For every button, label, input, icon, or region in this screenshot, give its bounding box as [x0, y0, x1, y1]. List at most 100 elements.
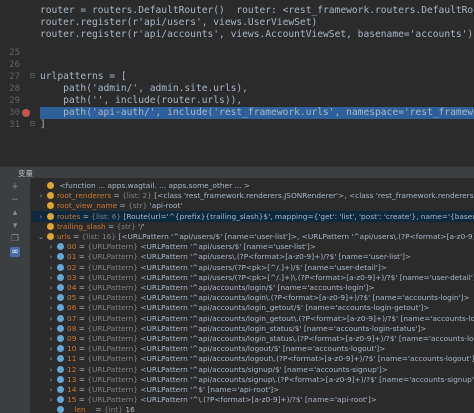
variable-type-icon — [47, 192, 54, 200]
variable-name: 08 — [67, 323, 77, 333]
variable-type-icon — [57, 284, 64, 291]
current-code-line[interactable]: path('api-auth/', include('rest_framewor… — [40, 107, 474, 119]
variable-name: root_view_name — [57, 201, 118, 211]
variable-value: <URLPattern '^\.(?P<format>[a-z0-9]+)/?$… — [140, 395, 377, 405]
variable-name: 13 — [67, 374, 77, 384]
variable-value: 16 — [125, 405, 135, 413]
variable-type: {list: 6} — [91, 211, 122, 221]
move-up-icon[interactable]: ▴ — [10, 208, 20, 218]
variable-value: <URLPattern '^api/users/$' [name='user-l… — [140, 242, 316, 252]
fold-icon[interactable]: ⊟ — [30, 71, 35, 80]
equals-sign: = — [76, 344, 88, 354]
variable-type: {URLPattern} — [87, 385, 138, 394]
equals-sign: = — [76, 313, 88, 323]
variable-type-icon — [57, 324, 64, 332]
variables-tree[interactable]: <function ... apps.wagtail. ... apps.som… — [31, 178, 474, 413]
variable-name: urls — [57, 232, 71, 241]
equals-sign: = — [76, 303, 88, 313]
variable-value: <function ... apps.wagtail. ... apps.som… — [59, 181, 251, 190]
variable-type-icon — [57, 386, 64, 393]
variable-name: 10 — [67, 344, 77, 354]
variable-value: <URLPattern '^api/accounts/login_status\… — [140, 334, 474, 343]
variable-value: <URLPattern '^api/users/(?P<pk>[^/.]+)/$… — [140, 262, 387, 272]
watches-toggle-icon[interactable]: ∞ — [10, 247, 20, 257]
variable-type-icon — [57, 335, 64, 342]
line-number — [0, 17, 20, 29]
variable-name: 12 — [67, 364, 77, 374]
fold-icon[interactable]: ⊟ — [30, 119, 35, 128]
line-number: 31 — [9, 120, 20, 130]
variable-name: 15 — [67, 395, 77, 405]
equals-sign: = — [117, 201, 129, 211]
equals-sign: = — [76, 323, 88, 333]
variable-type: {list: 16} — [81, 232, 117, 241]
equals-sign: = — [76, 395, 88, 405]
variable-value: <URLPattern '^api/accounts/logout/$' [na… — [140, 344, 386, 354]
debug-variables-panel: 变量 + − ▴ ▾ ❐ ∞ <function ... apps.wagtai… — [0, 166, 474, 413]
variable-type: {URLPattern} — [87, 242, 138, 252]
code-line[interactable]: ] — [40, 119, 474, 131]
variable-name: 04 — [67, 283, 77, 292]
variable-value: 'api-root' — [149, 201, 183, 211]
remove-watch-icon[interactable]: − — [10, 195, 20, 205]
variable-type-icon — [57, 345, 64, 353]
debug-toolbar: + − ▴ ▾ ❐ ∞ — [0, 178, 31, 413]
move-down-icon[interactable]: ▾ — [10, 221, 20, 231]
code-line[interactable] — [40, 59, 474, 71]
code-line[interactable]: urlpatterns = [ — [40, 71, 474, 83]
breakpoint-icon[interactable] — [22, 109, 30, 117]
variable-type: {URLPattern} — [87, 293, 138, 303]
code-line[interactable]: path('', include(router.urls)), — [40, 95, 474, 107]
variable-type-icon — [57, 294, 64, 302]
copy-icon[interactable]: ❐ — [10, 234, 20, 244]
line-number: 27 — [9, 72, 20, 82]
code-line[interactable]: router.register(r'api/users', views.User… — [40, 17, 474, 29]
equals-sign: = — [76, 293, 88, 303]
variable-type: {str} — [116, 221, 136, 231]
variable-type: {URLPattern} — [87, 395, 138, 405]
code-line[interactable]: path('admin/', admin.site.urls), — [40, 83, 474, 95]
variable-type: {URLPattern} — [87, 334, 138, 343]
variable-type: {URLPattern} — [87, 252, 138, 262]
variable-type: {URLPattern} — [87, 354, 138, 364]
equals-sign: = — [93, 405, 104, 413]
variable-name: trailing_slash — [57, 221, 106, 231]
line-number: 30 — [9, 108, 20, 118]
variable-type: {list: 2} — [122, 191, 152, 201]
variable-name: 09 — [67, 334, 77, 343]
variable-type: {URLPattern} — [87, 272, 138, 282]
line-number: 28 — [9, 84, 20, 94]
variable-value: <URLPattern '^api/accounts/login_getout/… — [140, 303, 430, 313]
variable-name: 05 — [67, 293, 77, 303]
add-watch-icon[interactable]: + — [10, 182, 20, 192]
equals-sign: = — [76, 385, 88, 394]
variable-type: {URLPattern} — [87, 323, 138, 333]
variable-type-icon — [57, 355, 64, 363]
line-number — [0, 5, 20, 17]
equals-sign: = — [76, 262, 88, 272]
code-line[interactable]: router = routers.DefaultRouter() router:… — [40, 5, 474, 17]
variable-type-icon — [57, 314, 64, 322]
variable-type: {int} — [103, 405, 124, 413]
variable-name: 00 — [67, 242, 77, 252]
variable-type-icon — [57, 253, 64, 261]
code-line[interactable]: router.register(r'api/accounts', views.A… — [40, 29, 474, 41]
equals-sign: = — [76, 364, 88, 374]
variable-value: <URLPattern '^api/users/(?P<pk>[^/.]+)\.… — [140, 272, 474, 282]
variable-type-icon — [47, 222, 54, 230]
variable-type: {URLPattern} — [87, 344, 138, 354]
variable-value: <URLPattern '^api/accounts/login/$' [nam… — [140, 283, 375, 292]
variable-type-icon — [47, 212, 54, 220]
code-editor[interactable]: 25 26 27 28 29 30 31 ⊟ ⊟ router = routers.Defaul… — [0, 0, 474, 132]
variable-value: [<class 'rest_framework.renderers.JSONRe… — [154, 191, 474, 201]
variable-row[interactable]: __len__ = {int} 16 — [31, 404, 474, 413]
code-line[interactable] — [40, 47, 474, 59]
variable-value: <URLPattern '^api/accounts/login_status/… — [140, 323, 427, 333]
variable-type-icon — [57, 273, 64, 281]
variable-type-icon — [57, 406, 64, 413]
variable-type-icon — [47, 182, 54, 189]
variable-name: 14 — [67, 385, 77, 394]
variable-type-icon — [57, 365, 64, 373]
variable-type-icon — [57, 243, 64, 251]
equals-sign: = — [111, 191, 123, 201]
